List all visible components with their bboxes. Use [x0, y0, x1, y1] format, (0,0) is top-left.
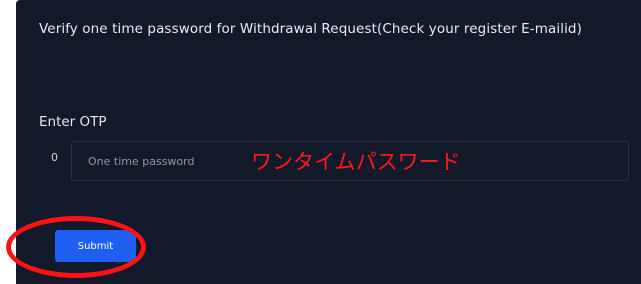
withdrawal-otp-panel: Verify one time password for Withdrawal …	[16, 0, 641, 284]
otp-label: Enter OTP	[39, 114, 107, 130]
otp-input-prefix: 0	[51, 151, 58, 164]
japanese-otp-annotation: ワンタイムパスワード	[251, 150, 461, 174]
verification-title: Verify one time password for Withdrawal …	[39, 21, 582, 37]
submit-button[interactable]: Submit	[55, 230, 136, 262]
